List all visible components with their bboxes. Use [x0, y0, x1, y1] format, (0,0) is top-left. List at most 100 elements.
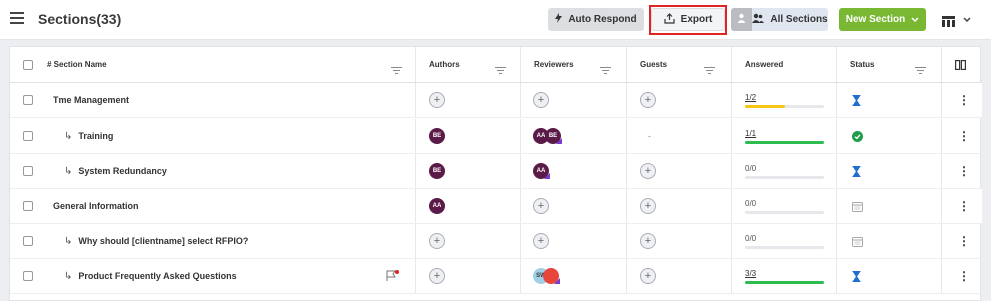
- status-indicator: [852, 119, 863, 153]
- avatar: BE: [429, 128, 445, 144]
- add-author-button[interactable]: +: [429, 224, 445, 258]
- progress-bar: [745, 140, 824, 144]
- col-status[interactable]: Status: [850, 47, 874, 82]
- table-row[interactable]: ↳ Training BE AA BE - 1/1 ⋮: [10, 119, 982, 154]
- table-row[interactable]: General Information AA + + 0/0 ⋮: [10, 189, 982, 224]
- reviewer-avatars[interactable]: AA: [533, 154, 550, 188]
- add-reviewer-button[interactable]: +: [533, 83, 549, 117]
- answered-cell[interactable]: 3/3: [745, 259, 824, 293]
- table-row[interactable]: ↳ Product Frequently Asked Questions + SW +…: [10, 259, 982, 294]
- status-indicator: [852, 83, 861, 117]
- add-guest-button[interactable]: +: [640, 154, 656, 188]
- add-guest-button[interactable]: +: [640, 83, 656, 117]
- avatar: AA: [429, 198, 445, 214]
- hourglass-icon: [852, 94, 861, 106]
- table-row[interactable]: Tme Management + + + 1/2 ⋮: [10, 83, 982, 118]
- reviewer-avatars[interactable]: AA BE: [533, 119, 562, 153]
- section-name: General Information: [53, 201, 139, 211]
- filter-icon[interactable]: [495, 61, 506, 79]
- table-row[interactable]: ↳ Why should [clientname] select RFPIO? + +…: [10, 224, 982, 259]
- add-author-button[interactable]: +: [429, 259, 445, 293]
- row-checkbox[interactable]: [23, 224, 33, 258]
- avatar: BE: [429, 163, 445, 179]
- users-icon: [752, 13, 765, 26]
- author-avatar[interactable]: BE: [429, 119, 445, 153]
- menu-icon[interactable]: [10, 12, 24, 24]
- row-checkbox[interactable]: [23, 259, 33, 293]
- add-author-button[interactable]: +: [429, 83, 445, 117]
- status-indicator: [852, 189, 863, 223]
- answered-cell[interactable]: 1/1: [745, 119, 824, 153]
- col-answered[interactable]: Answered: [745, 47, 783, 82]
- section-name-cell[interactable]: ↳ Why should [clientname] select RFPIO?: [64, 224, 248, 258]
- page-title: Sections(33): [38, 11, 122, 27]
- table-header-row: # Section Name Authors Reviewers Guests …: [10, 47, 982, 83]
- answered-cell[interactable]: 0/0: [745, 189, 824, 223]
- all-sections-button[interactable]: All Sections: [752, 8, 828, 31]
- single-user-filter-button[interactable]: [731, 8, 752, 31]
- col-reviewers[interactable]: Reviewers: [534, 47, 574, 82]
- filter-icon[interactable]: [915, 61, 926, 79]
- answered-cell[interactable]: 0/0: [745, 224, 824, 258]
- hourglass-icon: [852, 165, 861, 177]
- plus-icon: +: [429, 268, 445, 284]
- plus-icon: +: [640, 233, 656, 249]
- select-all-checkbox[interactable]: [23, 47, 33, 82]
- answered-cell[interactable]: 1/2: [745, 83, 824, 117]
- col-guests[interactable]: Guests: [640, 47, 667, 82]
- column-chooser-icon[interactable]: [955, 47, 966, 82]
- calendar-icon: [852, 201, 863, 212]
- author-avatar[interactable]: BE: [429, 154, 445, 188]
- add-guest-button[interactable]: +: [640, 259, 656, 293]
- lightning-icon: [555, 13, 563, 26]
- col-authors[interactable]: Authors: [429, 47, 460, 82]
- author-avatar[interactable]: AA: [429, 189, 445, 223]
- row-menu-icon[interactable]: ⋮: [958, 119, 970, 153]
- section-name: Training: [78, 131, 114, 141]
- layout-chevron-down-icon[interactable]: [963, 14, 971, 24]
- row-menu-icon[interactable]: ⋮: [958, 224, 970, 258]
- chevron-down-icon: [911, 14, 919, 25]
- plus-icon: +: [429, 233, 445, 249]
- section-name-cell[interactable]: ↳ Training: [64, 119, 113, 153]
- export-highlight-box: [649, 5, 727, 35]
- filter-icon[interactable]: [704, 61, 715, 79]
- row-menu-icon[interactable]: ⋮: [958, 189, 970, 223]
- progress-bar: [745, 210, 824, 214]
- reviewer-avatars[interactable]: SW: [533, 259, 560, 293]
- answered-count: 0/0: [745, 233, 757, 243]
- section-name-cell[interactable]: General Information: [53, 189, 139, 223]
- row-checkbox[interactable]: [23, 154, 33, 188]
- row-menu-icon[interactable]: ⋮: [958, 154, 970, 188]
- add-reviewer-button[interactable]: +: [533, 189, 549, 223]
- progress-bar: [745, 104, 824, 108]
- section-name-cell[interactable]: ↳ System Redundancy: [64, 154, 167, 188]
- filter-icon[interactable]: [600, 61, 611, 79]
- table-layout-icon[interactable]: [942, 14, 955, 32]
- hourglass-icon: [852, 270, 861, 282]
- new-section-button[interactable]: New Section: [839, 8, 926, 31]
- table-row[interactable]: ↳ System Redundancy BE AA + 0/0 ⋮: [10, 154, 982, 189]
- add-reviewer-button[interactable]: +: [533, 224, 549, 258]
- sub-section-arrow-icon: ↳: [64, 235, 73, 247]
- add-guest-button[interactable]: +: [640, 224, 656, 258]
- status-indicator: [852, 224, 863, 258]
- section-name-cell[interactable]: Tme Management: [53, 83, 129, 117]
- row-menu-icon[interactable]: ⋮: [958, 259, 970, 293]
- calendar-icon: [852, 236, 863, 247]
- col-section-name[interactable]: # Section Name: [47, 47, 107, 82]
- answered-cell[interactable]: 0/0: [745, 154, 824, 188]
- sections-table: # Section Name Authors Reviewers Guests …: [9, 46, 982, 301]
- top-bar: Sections(33) Auto Respond Export All Sec…: [0, 0, 991, 40]
- row-checkbox[interactable]: [23, 189, 33, 223]
- add-guest-button[interactable]: +: [640, 189, 656, 223]
- filter-icon[interactable]: [391, 61, 402, 79]
- flag-icon[interactable]: [386, 259, 399, 293]
- row-menu-icon[interactable]: ⋮: [958, 83, 970, 117]
- sub-section-arrow-icon: ↳: [64, 130, 73, 142]
- sub-section-arrow-icon: ↳: [64, 270, 73, 282]
- auto-respond-button[interactable]: Auto Respond: [548, 8, 644, 31]
- row-checkbox[interactable]: [23, 119, 33, 153]
- row-checkbox[interactable]: [23, 83, 33, 117]
- section-name-cell[interactable]: ↳ Product Frequently Asked Questions: [64, 259, 237, 293]
